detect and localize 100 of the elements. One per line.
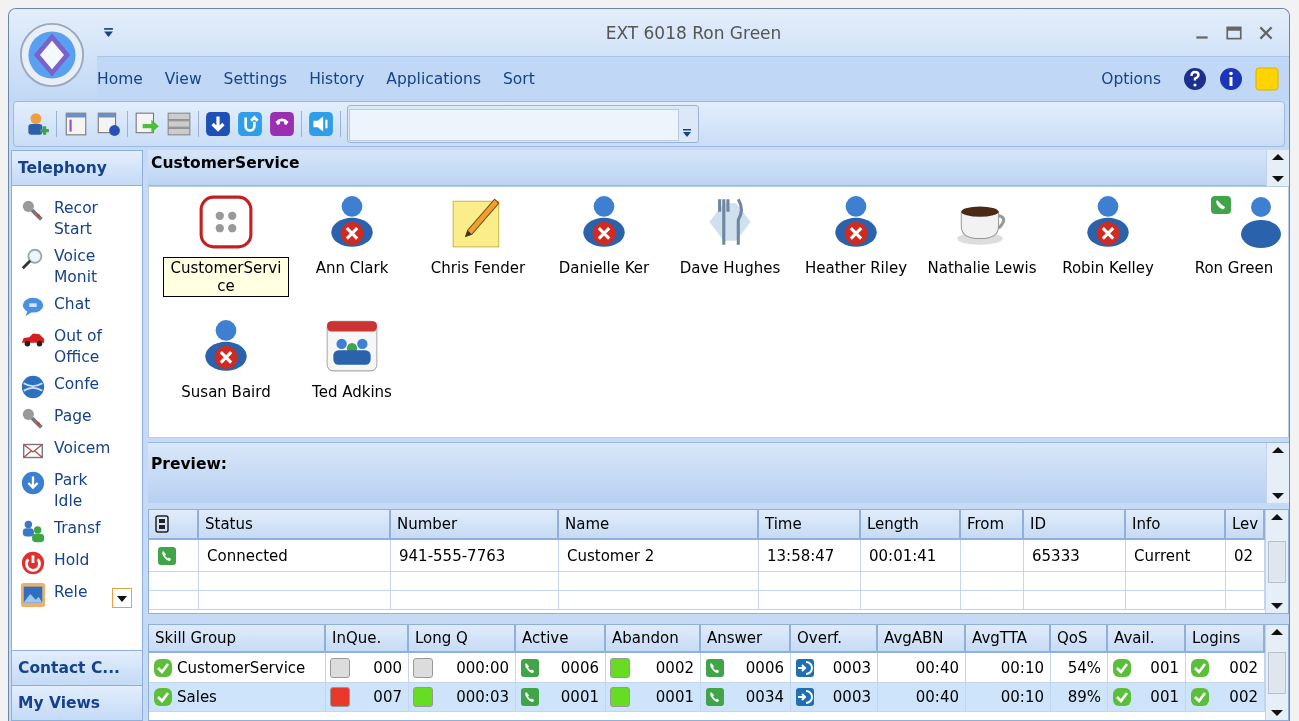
column-header[interactable]: Info xyxy=(1126,510,1226,540)
table-cell: 0006 xyxy=(745,658,784,677)
column-header[interactable]: Overf. xyxy=(791,625,878,653)
contact-name[interactable]: Danielle Ker xyxy=(554,257,654,279)
column-header[interactable]: AvgABN xyxy=(878,625,966,653)
empty-cell xyxy=(961,591,1024,610)
table-cell: Current xyxy=(1134,546,1191,565)
options-menu[interactable]: Options xyxy=(1101,70,1161,88)
sidebar-section[interactable]: Contact C... xyxy=(12,650,142,685)
table-cell: 000:00 xyxy=(456,658,509,677)
check-icon xyxy=(153,687,173,707)
contact-name[interactable]: Robin Kelley xyxy=(1058,257,1158,279)
contact-name[interactable]: Chris Fender xyxy=(426,257,530,279)
contact-name[interactable]: Ron Green xyxy=(1190,257,1278,279)
phone-icon xyxy=(157,545,177,566)
table-cell: CustomerService xyxy=(177,658,306,677)
sidebar-item[interactable]: Recor Start xyxy=(54,198,98,240)
column-header[interactable]: ID xyxy=(1024,510,1126,540)
group-icon xyxy=(197,193,255,251)
column-header[interactable]: QoS xyxy=(1051,625,1108,653)
table-cell: 0002 xyxy=(655,658,694,677)
sidebar-section[interactable]: Telephony xyxy=(12,151,142,186)
contact-name[interactable]: Nathalie Lewis xyxy=(923,257,1041,279)
sidebar-item[interactable]: Hold xyxy=(54,550,90,571)
column-header[interactable]: Answer xyxy=(701,625,791,653)
table-cell: 00:10 xyxy=(1000,658,1044,677)
help-icon[interactable] xyxy=(1183,67,1207,91)
sidebar-item[interactable]: Transf xyxy=(54,518,101,539)
check-icon xyxy=(153,657,173,678)
table-cell: 00:01:41 xyxy=(869,546,937,565)
panel-header: CustomerService xyxy=(148,150,1266,186)
table-cell: 0034 xyxy=(745,688,784,706)
scrollbar[interactable] xyxy=(1266,443,1289,503)
column-header[interactable]: From xyxy=(961,510,1024,540)
column-header[interactable]: Lev xyxy=(1226,510,1265,540)
table-cell: 0003 xyxy=(832,658,871,677)
table-cell: 02 xyxy=(1234,546,1254,565)
info-icon[interactable] xyxy=(1219,67,1243,91)
table-cell: 002 xyxy=(1229,688,1258,706)
hang-up-icon[interactable] xyxy=(269,111,295,137)
menu-item[interactable]: View xyxy=(164,70,202,88)
check-icon xyxy=(1190,687,1210,707)
sidebar-section[interactable]: My Views xyxy=(12,685,142,720)
column-header[interactable]: InQue. xyxy=(326,625,409,653)
sidebar-item[interactable]: Out of Office xyxy=(54,326,102,368)
sidebar-item[interactable]: Rele xyxy=(54,582,88,603)
app-logo-icon[interactable] xyxy=(19,22,85,88)
column-header[interactable]: Skill Group xyxy=(149,625,326,653)
menu-item[interactable]: Sort xyxy=(503,70,535,88)
menu-item[interactable]: Home xyxy=(97,70,143,88)
sidebar-item[interactable]: Park Idle xyxy=(54,470,88,512)
preview-header: Preview: xyxy=(150,454,228,475)
table-cell: 0006 xyxy=(560,658,599,677)
scrollbar[interactable] xyxy=(1265,625,1288,720)
contact-name[interactable]: Ann Clark xyxy=(311,257,393,279)
column-header[interactable]: Status xyxy=(199,510,391,540)
dropdown-icon[interactable] xyxy=(103,27,114,38)
table-cell: 65333 xyxy=(1032,546,1080,565)
column-header[interactable]: Length xyxy=(861,510,961,540)
table-cell: 00:40 xyxy=(915,658,959,677)
sidebar-item[interactable]: Page xyxy=(54,406,92,427)
list-icon[interactable] xyxy=(166,111,192,137)
contact-name[interactable]: Heather Riley xyxy=(800,257,912,279)
table-cell: 007 xyxy=(373,688,402,706)
sidebar-item[interactable]: Confe xyxy=(54,374,100,395)
table-cell: 00:10 xyxy=(1000,688,1044,706)
people-icon xyxy=(20,518,46,544)
scrollbar[interactable] xyxy=(1266,150,1289,186)
contact-name[interactable]: Dave Hughes xyxy=(675,257,785,279)
table-cell: 00:40 xyxy=(915,688,959,706)
table-cell: 0003 xyxy=(832,688,871,706)
table-cell: 002 xyxy=(1229,658,1258,677)
column-header[interactable]: Time xyxy=(759,510,861,540)
contact-name[interactable]: CustomerService xyxy=(163,257,289,297)
column-header[interactable]: Active xyxy=(516,625,606,653)
sidebar-item[interactable]: Voicem xyxy=(54,438,111,459)
column-header[interactable]: Number xyxy=(391,510,559,540)
sidebar-item[interactable]: Voice Monit xyxy=(54,246,98,288)
column-header[interactable]: AvgTTA xyxy=(966,625,1051,653)
menu-item[interactable]: History xyxy=(309,70,365,88)
check-icon xyxy=(1190,657,1210,678)
menu-item[interactable]: Settings xyxy=(223,70,288,88)
menu-item[interactable]: Applications xyxy=(386,70,481,88)
sidebar-item[interactable]: Chat xyxy=(54,294,91,315)
contact-name[interactable]: Ted Adkins xyxy=(308,381,396,403)
speaker-icon[interactable] xyxy=(308,111,334,137)
column-header[interactable]: Avail. xyxy=(1108,625,1186,653)
scrollbar[interactable] xyxy=(1265,510,1288,613)
caret-icon[interactable] xyxy=(112,588,132,608)
overflow-icon xyxy=(795,687,815,707)
contact-name[interactable]: Susan Baird xyxy=(177,381,275,403)
panel-icon[interactable] xyxy=(63,111,89,137)
table-cell: 001 xyxy=(1150,688,1179,706)
table-cell: Sales xyxy=(177,688,217,706)
column-header[interactable]: Name xyxy=(559,510,759,540)
column-header[interactable]: Long Q xyxy=(409,625,516,653)
window-title: EXT 6018 Ron Green xyxy=(604,22,783,43)
panel-info-icon[interactable] xyxy=(95,111,121,137)
column-header[interactable]: Abandon xyxy=(606,625,701,653)
column-header[interactable]: Logins xyxy=(1186,625,1265,653)
